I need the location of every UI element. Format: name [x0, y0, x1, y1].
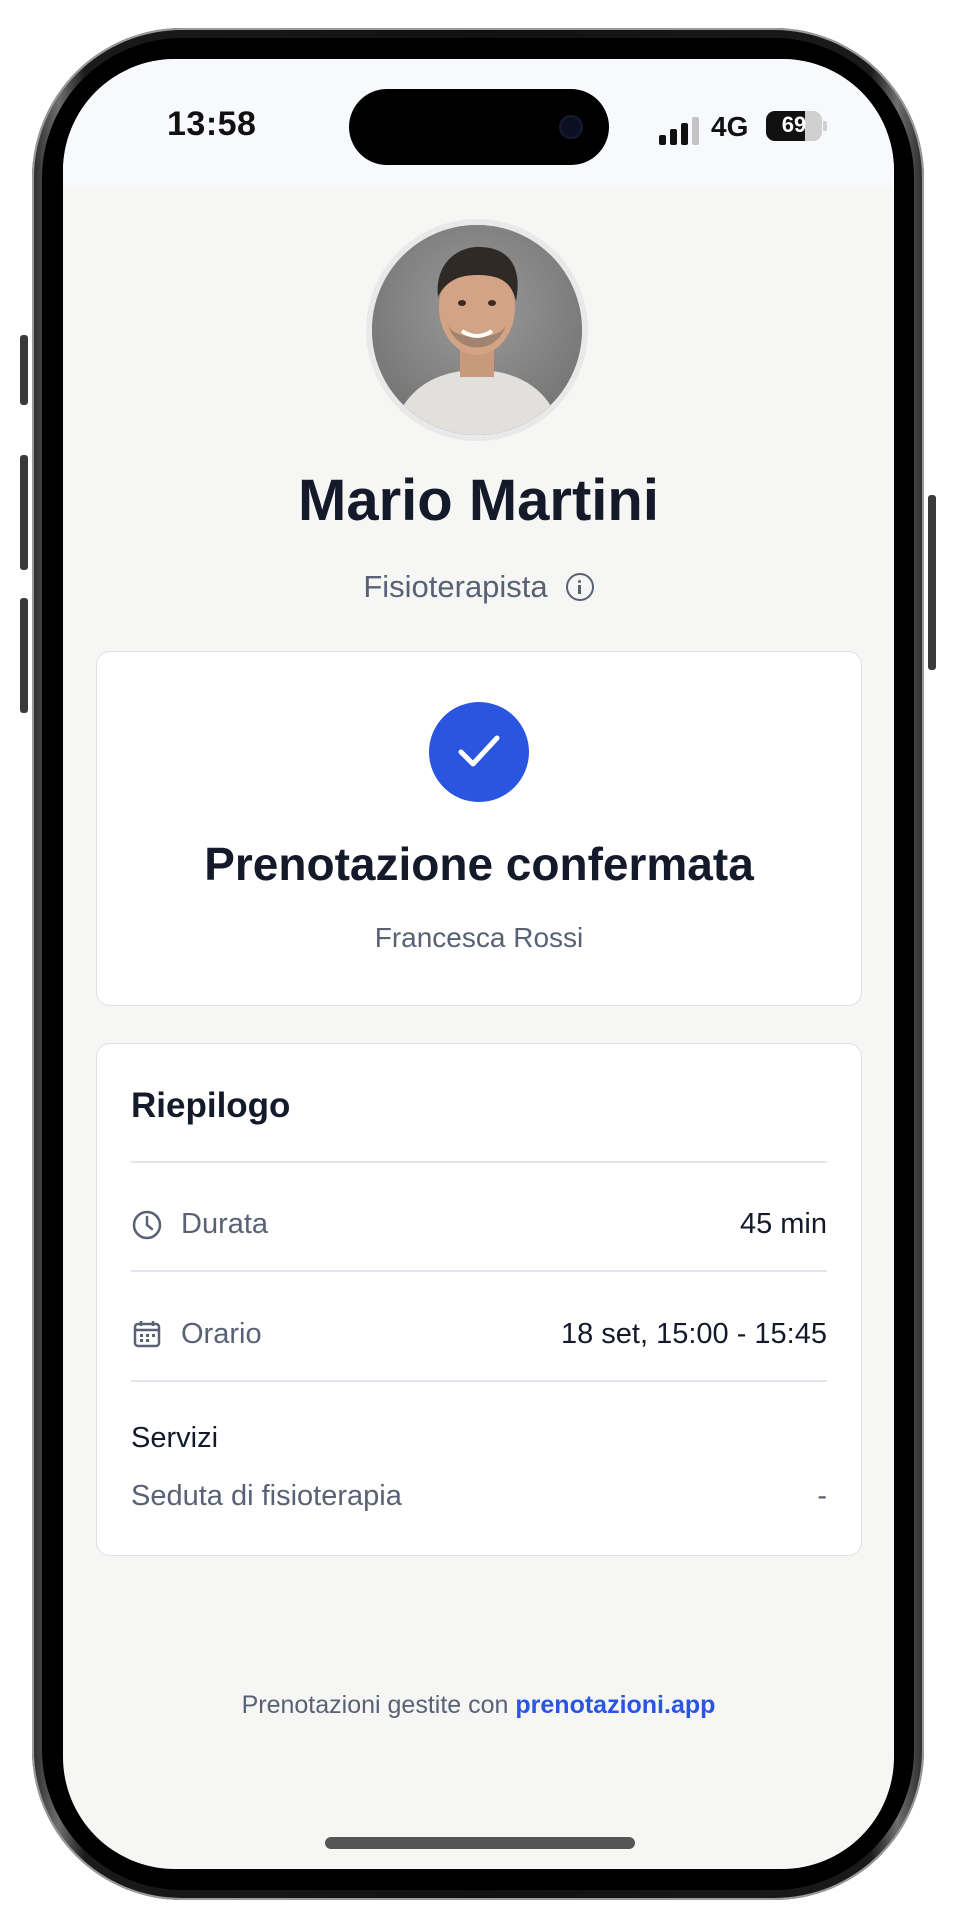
- divider: [131, 1161, 827, 1163]
- status-bar: 13:58 4G 69: [63, 59, 894, 187]
- time-label: Orario: [181, 1318, 262, 1350]
- service-price: -: [817, 1480, 827, 1512]
- screen: 13:58 4G 69 Mario Martini Fisioterapista…: [63, 59, 894, 1869]
- check-icon: [429, 702, 529, 802]
- time-value: 18 set, 15:00 - 15:45: [560, 1318, 827, 1350]
- role-label: Fisioterapista: [363, 569, 548, 604]
- clock-icon: [132, 1210, 162, 1240]
- duration-value: 45 min: [739, 1208, 827, 1240]
- avatar: [366, 219, 588, 441]
- status-time: 13:58: [167, 105, 257, 143]
- volume-up-button: [20, 455, 28, 570]
- network-label: 4G: [711, 111, 749, 142]
- signal-icon: [659, 117, 703, 145]
- summary-title: Riepilogo: [131, 1086, 291, 1125]
- footer-link[interactable]: prenotazioni.app: [515, 1691, 715, 1719]
- footer: Prenotazioni gestite con prenotazioni.ap…: [63, 1691, 894, 1720]
- info-icon[interactable]: [565, 573, 594, 601]
- battery-label: 69: [781, 112, 807, 137]
- confirmation-card: Prenotazione confermata Francesca Rossi: [96, 651, 862, 1006]
- home-indicator[interactable]: [325, 1837, 635, 1849]
- dynamic-island: [349, 89, 609, 165]
- action-button: [20, 335, 28, 405]
- summary-card: Riepilogo Durata 45 min Orario 18 set, 1…: [96, 1043, 862, 1556]
- profile-photo: [372, 225, 582, 435]
- battery-icon: 69: [766, 111, 822, 141]
- professional-name: Mario Martini: [298, 468, 659, 533]
- divider: [131, 1270, 827, 1272]
- duration-label: Durata: [181, 1208, 269, 1240]
- divider: [131, 1380, 827, 1382]
- confirmation-title: Prenotazione confermata: [204, 838, 754, 890]
- professional-role: Fisioterapista: [63, 569, 894, 605]
- client-name: Francesca Rossi: [374, 922, 584, 953]
- calendar-icon: [133, 1321, 161, 1348]
- volume-down-button: [20, 598, 28, 713]
- power-button: [928, 495, 936, 670]
- camera-icon: [559, 115, 583, 139]
- service-name: Seduta di fisioterapia: [131, 1480, 402, 1512]
- services-title: Servizi: [131, 1422, 219, 1454]
- footer-text: Prenotazioni gestite con: [241, 1691, 509, 1719]
